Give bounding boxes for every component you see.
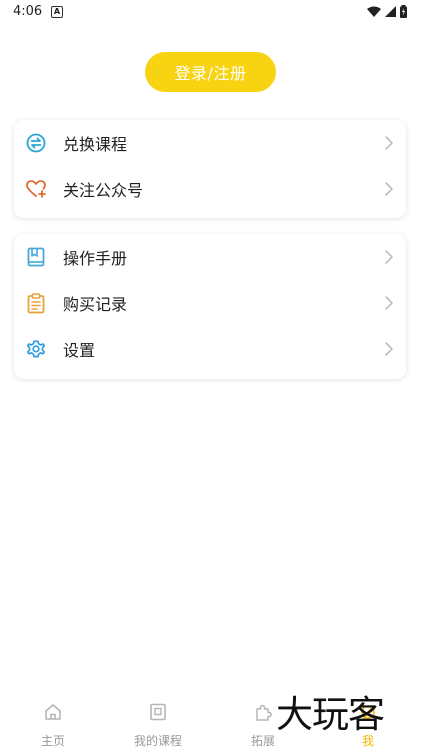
- menu-item-label: 设置: [63, 341, 96, 360]
- heart-plus-icon: [25, 178, 47, 200]
- menu-item-redeem-course[interactable]: 兑换课程: [14, 120, 406, 166]
- chevron-right-icon: [385, 342, 393, 356]
- notification-badge-icon: A: [51, 6, 63, 18]
- menu-item-label: 操作手册: [63, 249, 128, 268]
- exchange-icon: [25, 132, 47, 154]
- tab-label: 主页: [40, 734, 65, 748]
- menu-card-general: 操作手册 购买记录 设置: [14, 234, 406, 379]
- chevron-right-icon: [385, 250, 393, 264]
- chevron-right-icon: [385, 136, 393, 150]
- tab-home[interactable]: 主页: [3, 694, 103, 748]
- chevron-right-icon: [385, 296, 393, 310]
- home-icon: [45, 704, 61, 720]
- watermark-logo: 大玩客: [276, 693, 385, 736]
- menu-item-label: 兑换课程: [63, 135, 128, 154]
- chevron-right-icon: [385, 182, 393, 196]
- menu-item-settings[interactable]: 设置: [14, 326, 406, 372]
- status-bar: 4:06 A: [0, 0, 421, 24]
- tab-label: 我的课程: [133, 734, 182, 748]
- signal-icon: [385, 6, 396, 17]
- status-time: 4:06: [13, 4, 43, 19]
- clipboard-icon: [25, 292, 47, 314]
- tab-my-courses[interactable]: 我的课程: [108, 694, 208, 748]
- login-register-button[interactable]: 登录/注册: [145, 52, 276, 92]
- wifi-icon: [367, 6, 381, 17]
- battery-icon: [400, 5, 407, 18]
- menu-item-label: 关注公众号: [63, 181, 144, 200]
- menu-item-purchase-history[interactable]: 购买记录: [14, 280, 406, 326]
- menu-item-label: 购买记录: [63, 295, 128, 314]
- status-indicators: [367, 5, 407, 18]
- gear-icon: [25, 338, 47, 360]
- puzzle-icon: [256, 704, 272, 721]
- course-icon: [150, 703, 166, 721]
- book-icon: [25, 246, 47, 268]
- menu-item-user-manual[interactable]: 操作手册: [14, 234, 406, 280]
- menu-card-account: 兑换课程 关注公众号: [14, 120, 406, 218]
- menu-item-follow-official-account[interactable]: 关注公众号: [14, 166, 406, 212]
